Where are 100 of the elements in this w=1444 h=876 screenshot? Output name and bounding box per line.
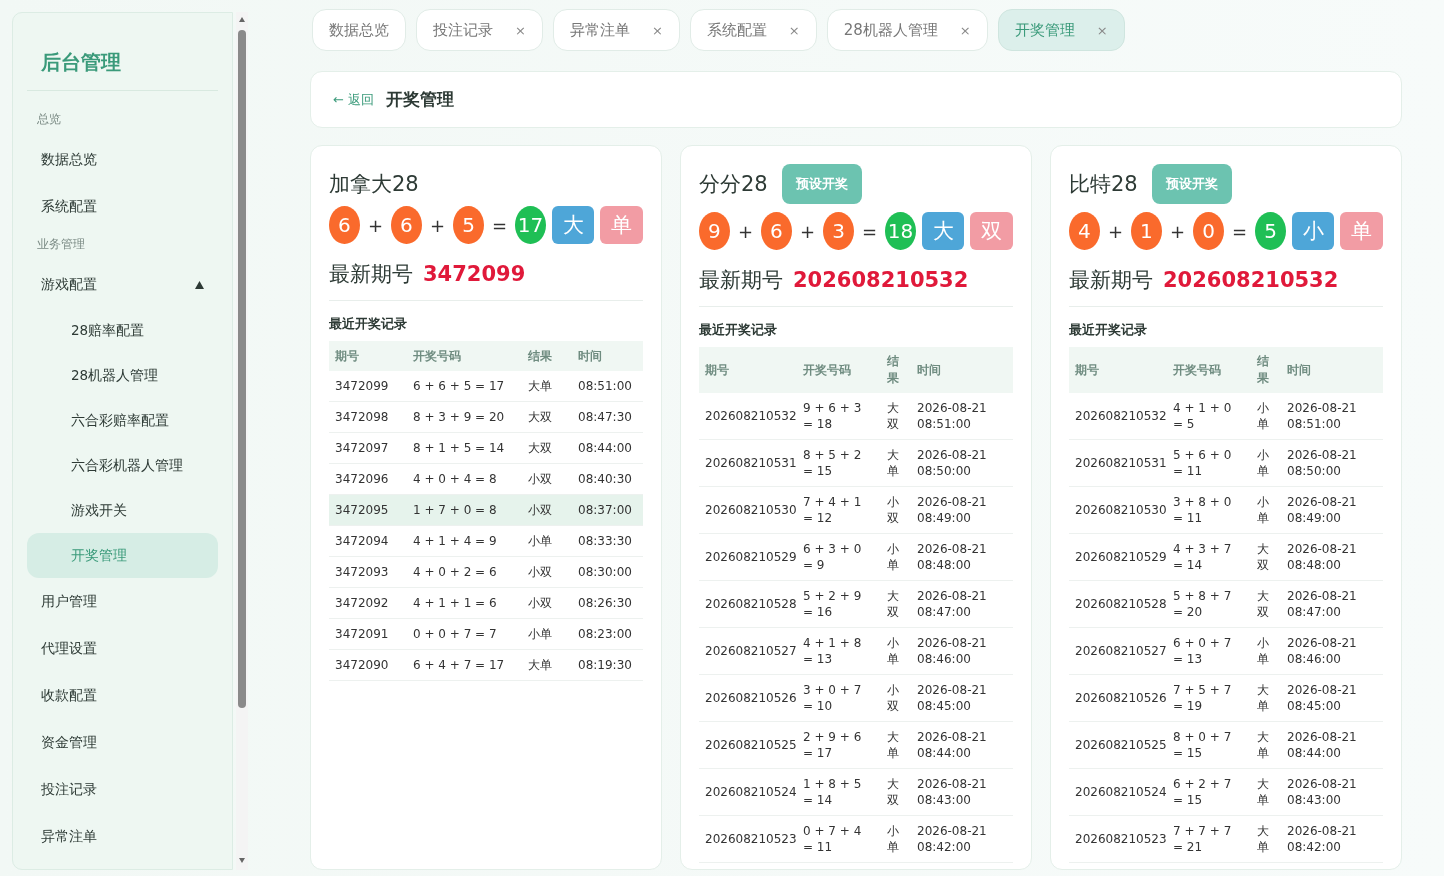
table-cell: 202608210524 [699,768,797,816]
close-icon[interactable]: × [1096,22,1108,38]
table-cell: 2026-08-21 08:48:00 [1281,533,1383,581]
table-cell: 202608210530 [699,486,797,534]
table-cell: 4 + 3 + 7 = 14 [1167,533,1251,581]
number-ball: 6 [761,212,792,250]
sum-ball: 17 [515,206,546,244]
operator-sign: + [1107,220,1123,242]
table-cell: 8 + 3 + 9 = 20 [407,401,522,433]
operator-sign: + [367,214,383,236]
size-tag: 大 [921,212,965,250]
table-cell: 小单 [1251,393,1281,440]
sidebar-item[interactable]: 资金管理 [27,719,218,766]
sidebar-item[interactable]: 代理设置 [27,625,218,672]
sidebar-subitem[interactable]: 六合彩机器人管理 [27,443,218,488]
table-cell: 202608210526 [1069,674,1167,722]
sidebar-subitem[interactable]: 游戏开关 [27,488,218,533]
table-cell: 2026-08-21 08:45:00 [1281,674,1383,722]
sidebar-item[interactable]: 投注记录 [27,766,218,813]
close-icon[interactable]: × [515,22,526,38]
table-cell: 5 + 6 + 0 = 11 [1167,439,1251,487]
table-cell: 大单 [522,371,572,402]
table-cell: 大单 [522,649,572,681]
sidebar-subitem[interactable]: 28机器人管理 [27,353,218,398]
operator-sign: + [429,214,446,236]
sidebar-item[interactable]: 数据总览 [27,136,218,183]
scrollbar[interactable] [236,12,248,870]
table-cell: 202608210527 [699,627,797,675]
table-cell: 202608210532 [1069,393,1167,440]
table-cell: 6 + 4 + 7 = 17 [407,649,522,681]
sidebar-item[interactable]: 游戏配置 [27,261,218,308]
table-cell: 202608210528 [1069,580,1167,628]
table-cell: 7 + 4 + 1 = 12 [797,486,881,534]
number-ball: 5 [453,206,484,244]
column-header: 期号 [699,347,797,393]
column-header: 时间 [911,347,1013,393]
tab[interactable]: 开奖管理 × [997,9,1125,51]
close-icon[interactable]: × [651,22,663,38]
column-header: 时间 [1281,347,1383,393]
parity-tag: 单 [1340,212,1383,250]
table-cell: 2026-08-21 08:44:00 [911,721,1013,769]
table-cell: 大双 [522,401,572,433]
number-ball: 9 [699,212,730,250]
sum-ball: 18 [885,212,916,250]
table-cell: 0 + 7 + 4 = 11 [797,815,881,863]
sidebar-item[interactable]: 系统配置 [27,183,218,230]
table-cell: 2026-08-21 08:46:00 [1281,627,1383,675]
table-cell: 08:44:00 [572,432,643,464]
table-cell: 8 + 5 + 2 = 15 [797,439,881,487]
parity-tag: 单 [600,206,643,244]
tab[interactable]: 28机器人管理 × [826,9,988,51]
table-cell: 大单 [1251,674,1281,722]
table-cell: 202608210530 [1069,486,1167,534]
tab[interactable]: 异常注单 × [552,9,680,51]
sidebar-title: 后台管理 [27,13,218,91]
table-cell: 小单 [881,627,911,675]
close-icon[interactable]: × [788,22,800,38]
column-header: 时间 [572,341,643,371]
table-cell: 202608210532 [699,393,797,440]
table-cell: 202608210529 [699,533,797,581]
table-cell: 1 + 8 + 5 = 14 [797,768,881,816]
sidebar-subitem[interactable]: 开奖管理 [27,533,218,578]
table-cell: 9 + 6 + 3 = 18 [797,393,881,440]
tab[interactable]: 系统配置 × [689,9,817,51]
table-cell: 2026-08-21 08:49:00 [1281,486,1383,534]
sidebar-item[interactable]: 收款配置 [27,672,218,719]
table-cell: 2026-08-21 08:50:00 [911,439,1013,487]
latest-label: 最新期号 [1069,267,1153,294]
column-header: 开奖号码 [1167,347,1251,393]
number-ball: 3 [823,212,854,250]
table-cell: 202608210523 [1069,815,1167,863]
latest-period: 202608210532 [793,268,969,292]
sidebar-subitem[interactable]: 六合彩赔率配置 [27,398,218,443]
table-cell: 大双 [1251,533,1281,581]
table-cell: 小双 [522,556,572,588]
table-cell: 3472091 [329,618,407,650]
latest-label: 最新期号 [329,261,413,288]
sidebar-subitem[interactable]: 28赔率配置 [27,308,218,353]
table-cell: 2026-08-21 08:47:00 [1281,580,1383,628]
back-link[interactable]: ← 返回 [333,90,375,109]
table-cell: 202608210531 [699,439,797,487]
table-cell: 5 + 8 + 7 = 20 [1167,580,1251,628]
size-tag: 大 [551,206,595,244]
number-ball: 4 [1069,212,1100,250]
table-cell: 08:26:30 [572,587,643,619]
size-tag: 小 [1291,212,1335,250]
sidebar-item[interactable]: 异常注单 [27,813,218,860]
sidebar-item[interactable]: 用户管理 [27,578,218,625]
table-cell: 小单 [1251,439,1281,487]
tab[interactable]: 数据总览 [312,9,406,51]
table-cell: 3 + 8 + 0 = 11 [1167,486,1251,534]
tab[interactable]: 投注记录 × [416,9,543,51]
table-cell: 2026-08-21 08:51:00 [911,393,1013,440]
table-cell: 0 + 0 + 7 = 7 [407,618,522,650]
table-cell: 3 + 0 + 7 = 10 [797,674,881,722]
table-cell: 6 + 6 + 5 = 17 [407,371,522,402]
close-icon[interactable]: × [959,22,971,38]
table-cell: 4 + 1 + 0 = 5 [1167,393,1251,440]
table-cell: 3472093 [329,556,407,588]
number-ball: 1 [1131,212,1162,250]
